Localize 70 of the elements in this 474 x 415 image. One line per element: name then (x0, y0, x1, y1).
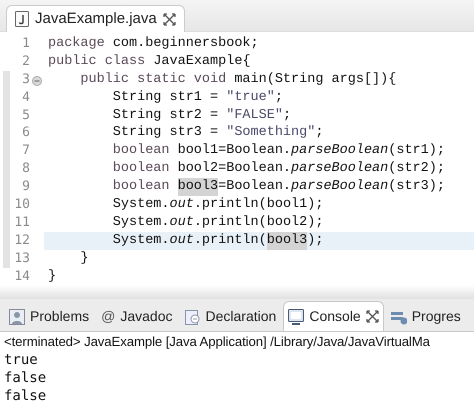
line-number: 3 (21, 70, 30, 89)
console-header: <terminated> JavaExample [Java Application] /Library/Java/JavaVirtualMa (3, 333, 431, 352)
code-string: "FALSE" (226, 106, 283, 124)
code-text: System. (112, 196, 170, 214)
line-number: 11 (13, 214, 30, 232)
file-tab[interactable]: JavaExample.java (6, 5, 185, 32)
code-keyword: public class (48, 52, 146, 71)
line-number: 5 (21, 106, 30, 124)
code-field: out (170, 196, 194, 214)
java-file-icon (15, 11, 29, 27)
line-number: 2 (21, 52, 30, 71)
console-output: false (3, 387, 48, 406)
code-text: main(String args[]){ (234, 70, 396, 89)
code-text: ); (307, 232, 324, 250)
collapse-icon[interactable] (32, 76, 42, 86)
code-text: ; (274, 88, 283, 107)
code-keyword: boolean (112, 178, 171, 196)
code-method: parseBoolean (291, 178, 388, 196)
code-text: .println(bool1); (194, 196, 324, 214)
line-number: 10 (13, 196, 30, 214)
code-keyword: public static void (80, 70, 228, 89)
code-occurrence: bool3 (266, 232, 308, 250)
panel-tab[interactable]: Progres (386, 301, 466, 332)
code-text: String str1 = (112, 88, 220, 107)
code-text: } (80, 250, 88, 268)
code-text: (str3); (388, 178, 445, 196)
code-string: "Something" (226, 124, 316, 142)
line-number: 4 (21, 88, 30, 107)
panel-tab[interactable]: @ Javadoc (96, 301, 178, 332)
code-text: System. (112, 214, 170, 232)
panel-tab[interactable]: Console (283, 301, 384, 332)
code-keyword: boolean (112, 142, 171, 160)
code-text: ; (315, 124, 324, 142)
console-output: true (3, 351, 39, 370)
code-text: bool2=Boolean. (178, 160, 292, 178)
code-text: bool1=Boolean. (178, 142, 292, 160)
line-number: 9 (21, 178, 30, 196)
line-number: 13 (13, 250, 30, 268)
line-number: 7 (21, 142, 30, 160)
code-text: String str3 = (112, 124, 220, 142)
code-text: (str1); (388, 142, 445, 160)
code-string: "true" (226, 88, 275, 107)
declaration-icon (184, 308, 201, 325)
code-method: parseBoolean (291, 160, 388, 178)
code-text: ; (282, 106, 292, 124)
code-keyword: package (48, 35, 106, 53)
code-method: parseBoolean (291, 142, 388, 160)
code-text: .println( (194, 232, 267, 250)
code-field: out (170, 214, 194, 232)
code-text: String str2 = (112, 106, 220, 124)
code-text: com.beginnersbook; (112, 35, 259, 53)
code-text: .println(bool2); (194, 214, 324, 232)
code-field: out (170, 232, 194, 250)
code-keyword: boolean (112, 160, 171, 178)
code-text: } (48, 268, 56, 286)
console-output: false (3, 369, 48, 388)
panel-tab[interactable]: Declaration (180, 301, 282, 332)
code-text: JavaExample{ (153, 52, 251, 71)
line-number: 6 (21, 124, 30, 142)
line-number: 12 (13, 232, 30, 250)
panel-tab[interactable]: Problems (4, 301, 94, 332)
console-icon (288, 308, 304, 325)
code-text: System. (112, 232, 170, 250)
line-number: 1 (21, 35, 30, 53)
line-number: 14 (13, 268, 30, 286)
code-text: (str2); (388, 160, 445, 178)
code-occurrence: bool3 (178, 178, 218, 196)
code-text: =Boolean. (218, 178, 292, 196)
line-number: 8 (21, 160, 30, 178)
problems-icon (9, 308, 25, 325)
